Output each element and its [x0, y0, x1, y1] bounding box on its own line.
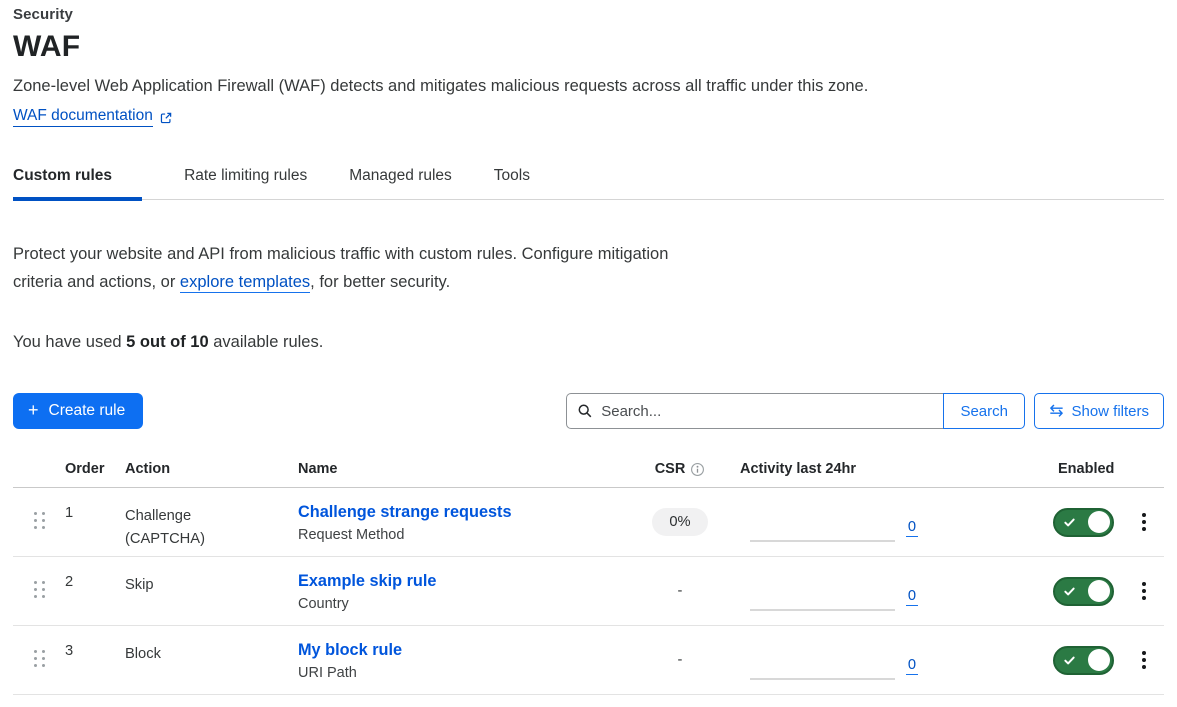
search-box	[566, 393, 943, 429]
enabled-toggle[interactable]	[1053, 646, 1114, 675]
explore-templates-link[interactable]: explore templates	[180, 273, 310, 293]
csr-badge: 0%	[652, 508, 707, 536]
kebab-cell	[1123, 647, 1164, 673]
usage-before: You have used	[13, 333, 126, 351]
toggle-knob	[1088, 580, 1110, 602]
search-icon	[577, 403, 593, 419]
tab-managed-rules[interactable]: Managed rules	[349, 161, 452, 199]
show-filters-label: Show filters	[1071, 403, 1149, 420]
rule-name-cell: My block rule URI Path	[298, 626, 620, 684]
rule-name-link[interactable]: Example skip rule	[298, 570, 620, 593]
table-row: 1 Challenge (CAPTCHA) Challenge strange …	[13, 488, 1164, 557]
column-header-csr: CSR	[620, 461, 740, 477]
column-header-name: Name	[298, 461, 620, 477]
enabled-cell	[1045, 646, 1123, 675]
rule-name-link[interactable]: Challenge strange requests	[298, 501, 620, 524]
activity-sparkline	[750, 678, 895, 680]
rule-expression-field: URI Path	[298, 665, 357, 681]
tab-custom-rules[interactable]: Custom rules	[13, 161, 142, 199]
external-link-icon	[159, 111, 173, 125]
tab-rate-limiting-rules[interactable]: Rate limiting rules	[184, 161, 307, 199]
intro-line2-before: criteria and actions, or	[13, 273, 180, 291]
usage-summary: You have used 5 out of 10 available rule…	[13, 333, 1164, 352]
search-button[interactable]: Search	[943, 393, 1025, 429]
toggle-knob	[1088, 649, 1110, 671]
activity-count-link[interactable]: 0	[906, 519, 918, 537]
breadcrumb-security: Security	[13, 6, 1164, 23]
csr-cell: -	[620, 652, 740, 668]
swap-horizontal-icon: ⇆	[1049, 402, 1063, 419]
search-input[interactable]	[601, 403, 933, 420]
kebab-cell	[1123, 509, 1164, 535]
column-header-enabled: Enabled	[1045, 461, 1123, 477]
toggle-knob	[1088, 511, 1110, 533]
toolbar-right: Search ⇆ Show filters	[566, 393, 1164, 429]
rule-name-cell: Challenge strange requests Request Metho…	[298, 488, 620, 546]
enabled-toggle[interactable]	[1053, 577, 1114, 606]
csr-cell: 0%	[620, 508, 740, 536]
waf-documentation-link[interactable]: WAF documentation	[13, 107, 153, 127]
waf-page: Security WAF Zone-level Web Application …	[0, 0, 1177, 695]
activity-cell: 0	[740, 626, 932, 694]
tab-bar: Custom rules Rate limiting rules Managed…	[13, 161, 1164, 200]
table-header-row: Order Action Name CSR Activity last 24hr…	[13, 453, 1164, 488]
table-row: 2 Skip Example skip rule Country - 0	[13, 557, 1164, 626]
activity-count-link[interactable]: 0	[906, 588, 918, 606]
rule-name-cell: Example skip rule Country	[298, 557, 620, 615]
rule-action: Block	[125, 626, 230, 666]
kebab-menu-icon[interactable]	[1136, 509, 1152, 535]
rule-action: Skip	[125, 557, 230, 597]
rule-order: 2	[65, 557, 125, 590]
tab-tools[interactable]: Tools	[494, 161, 530, 199]
csr-value: -	[678, 652, 683, 668]
csr-label: CSR	[655, 461, 686, 477]
kebab-cell	[1123, 578, 1164, 604]
rule-action: Challenge (CAPTCHA)	[125, 488, 230, 551]
show-filters-button[interactable]: ⇆ Show filters	[1034, 393, 1164, 429]
column-header-order: Order	[65, 461, 125, 477]
doc-link-row: WAF documentation	[13, 107, 1164, 127]
rules-table: Order Action Name CSR Activity last 24hr…	[13, 453, 1164, 695]
plus-icon: +	[28, 401, 39, 419]
kebab-menu-icon[interactable]	[1136, 578, 1152, 604]
drag-handle-icon[interactable]	[13, 557, 65, 598]
info-icon[interactable]	[690, 462, 705, 477]
activity-count-link[interactable]: 0	[906, 657, 918, 675]
create-rule-label: Create rule	[49, 402, 126, 420]
column-header-action: Action	[125, 461, 298, 477]
activity-sparkline	[750, 609, 895, 611]
csr-value: -	[678, 583, 683, 599]
table-row: 3 Block My block rule URI Path - 0	[13, 626, 1164, 695]
enabled-cell	[1045, 508, 1123, 537]
rule-order: 3	[65, 626, 125, 659]
rule-expression-field: Country	[298, 596, 349, 612]
drag-handle-icon[interactable]	[13, 626, 65, 667]
check-icon	[1063, 654, 1076, 667]
usage-after: available rules.	[209, 333, 324, 351]
rule-expression-field: Request Method	[298, 527, 404, 543]
page-title: WAF	[13, 30, 1164, 64]
intro-text: Protect your website and API from malici…	[13, 240, 1164, 296]
check-icon	[1063, 516, 1076, 529]
drag-handle-icon[interactable]	[13, 488, 65, 529]
page-description: Zone-level Web Application Firewall (WAF…	[13, 77, 1164, 96]
enabled-toggle[interactable]	[1053, 508, 1114, 537]
activity-sparkline	[750, 540, 895, 542]
create-rule-button[interactable]: + Create rule	[13, 393, 143, 429]
check-icon	[1063, 585, 1076, 598]
kebab-menu-icon[interactable]	[1136, 647, 1152, 673]
rules-toolbar: + Create rule Search ⇆ Show filters	[13, 393, 1164, 429]
intro-line1: Protect your website and API from malici…	[13, 245, 668, 263]
activity-cell: 0	[740, 488, 932, 556]
intro-line2-after: , for better security.	[310, 273, 450, 291]
activity-cell: 0	[740, 557, 932, 625]
csr-cell: -	[620, 583, 740, 599]
search-group: Search	[566, 393, 1025, 429]
rule-name-link[interactable]: My block rule	[298, 639, 620, 662]
column-header-activity: Activity last 24hr	[740, 461, 932, 477]
rule-order: 1	[65, 488, 125, 521]
enabled-cell	[1045, 577, 1123, 606]
usage-count: 5 out of 10	[126, 333, 209, 351]
